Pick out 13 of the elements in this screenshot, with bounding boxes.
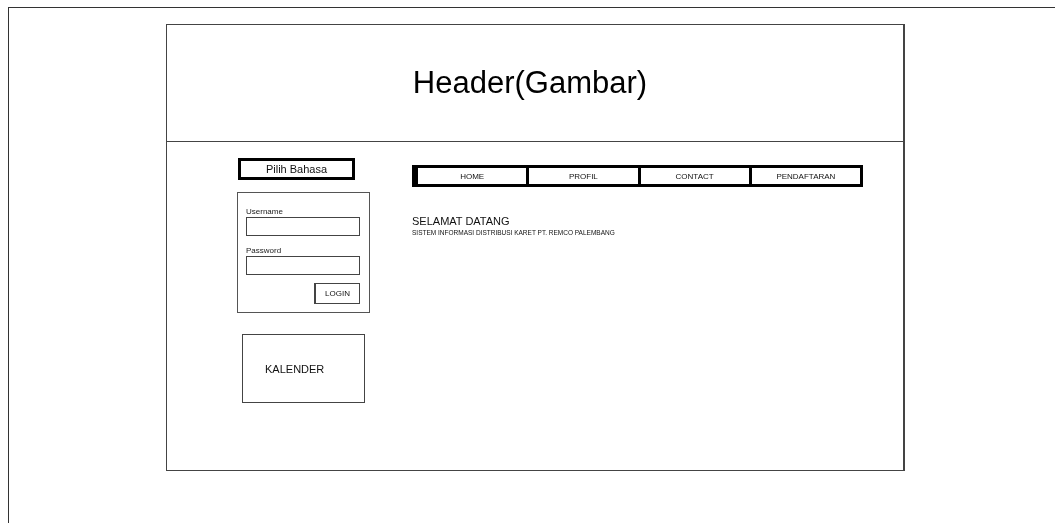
username-field[interactable] xyxy=(246,217,360,236)
calendar-label: KALENDER xyxy=(265,362,325,375)
nav-link[interactable]: HOME xyxy=(415,168,527,184)
password-label: Password xyxy=(246,246,283,255)
nav-link[interactable]: PENDAFTARAN xyxy=(748,168,860,184)
login-button[interactable]: LOGIN xyxy=(314,283,360,304)
nav-link[interactable]: PROFIL xyxy=(526,168,638,184)
username-label: Username xyxy=(246,207,284,216)
password-field[interactable] xyxy=(246,256,360,275)
nav-link[interactable]: CONTACT xyxy=(637,168,749,184)
language-button[interactable]: Pilih Bahasa xyxy=(238,158,355,180)
header-title: Header(Gambar) xyxy=(412,65,648,101)
welcome-title: SELAMAT DATANG xyxy=(412,215,511,227)
